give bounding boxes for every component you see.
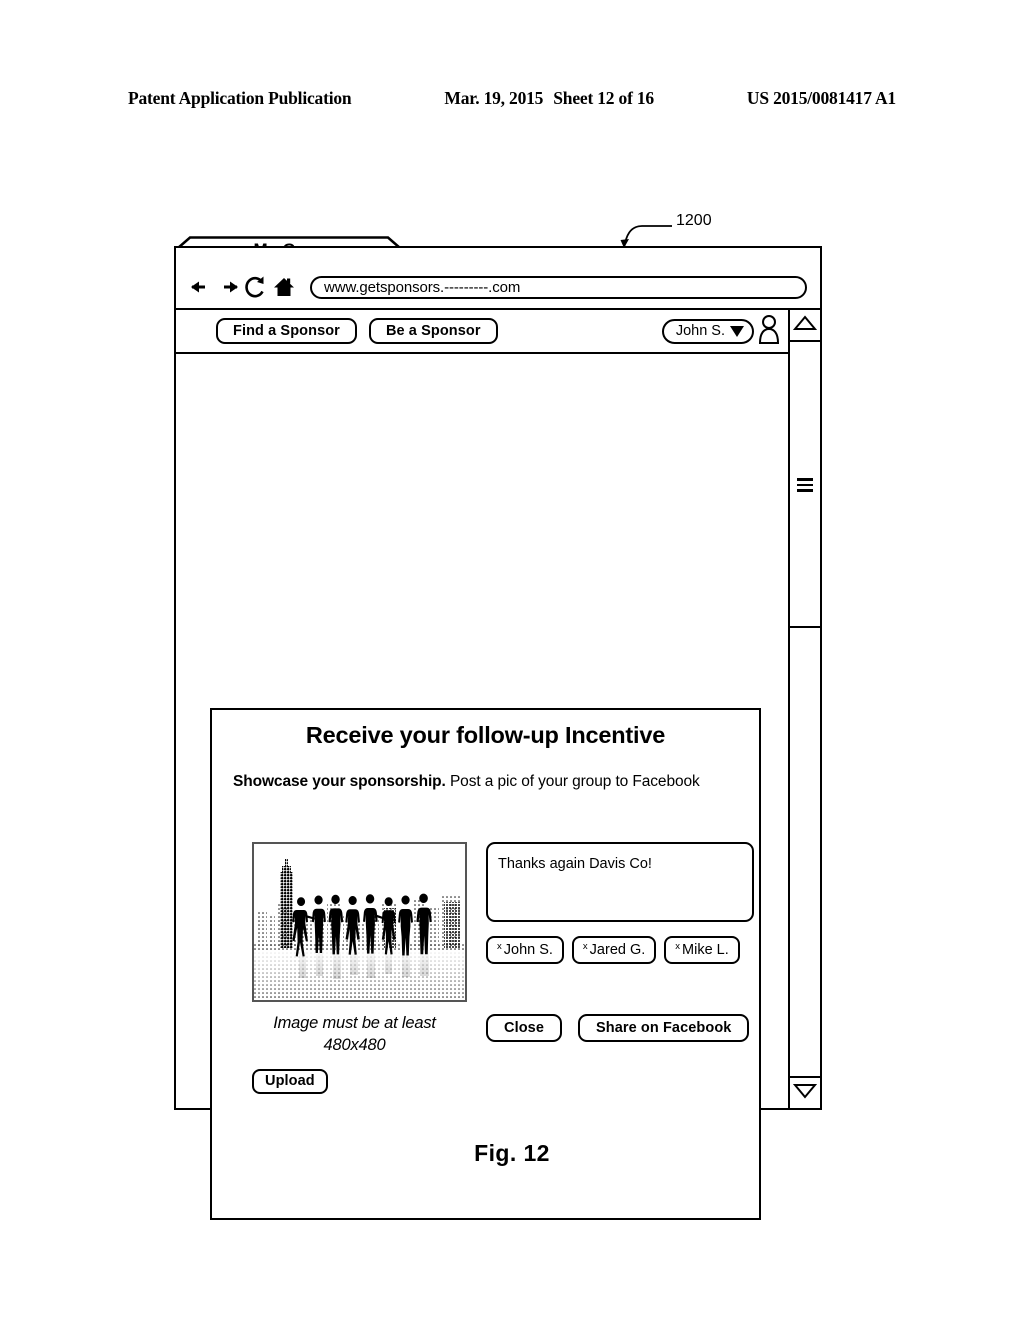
- tag-chip-mike-l[interactable]: x Mike L.: [664, 936, 740, 964]
- scroll-down-button[interactable]: [790, 1076, 820, 1108]
- patent-header: Patent Application Publication Mar. 19, …: [128, 88, 896, 109]
- app-toolbar: Find a Sponsor Be a Sponsor John S.: [176, 310, 820, 354]
- upload-button[interactable]: Upload: [252, 1068, 328, 1094]
- remove-tag-icon[interactable]: x: [583, 941, 588, 952]
- message-column: Thanks again Davis Co! x John S. x Jared G…: [486, 842, 756, 1094]
- url-input[interactable]: www.getsponsors.---------.com: [310, 275, 807, 299]
- message-textarea[interactable]: Thanks again Davis Co!: [486, 842, 754, 922]
- dialog-subtitle-bold: Showcase your sponsorship.: [233, 773, 446, 790]
- dialog-title: Receive your follow-up Incentive: [305, 722, 666, 748]
- vertical-scrollbar[interactable]: [788, 310, 820, 1108]
- share-on-facebook-button[interactable]: Share on Facebook: [578, 1014, 750, 1042]
- be-a-sponsor-button[interactable]: Be a Sponsor: [368, 318, 498, 344]
- tag-chip-john-s[interactable]: x John S.: [486, 936, 564, 964]
- remove-tag-icon[interactable]: x: [497, 941, 502, 952]
- remove-tag-icon[interactable]: x: [675, 941, 680, 952]
- browser-nav-icons: [188, 274, 297, 300]
- callout-label: 1200: [676, 212, 712, 229]
- dialog-subtitle: Showcase your sponsorship. Post a pic of…: [233, 773, 759, 791]
- tagged-people-row: x John S. x Jared G. x Mike L.: [486, 936, 756, 964]
- forward-arrow-icon[interactable]: [216, 275, 241, 299]
- user-avatar-icon[interactable]: [756, 314, 782, 349]
- browser-url-bar: www.getsponsors.---------.com: [176, 266, 820, 310]
- patent-number: US 2015/0081417 A1: [746, 88, 896, 108]
- grip-lines-icon: [797, 475, 813, 495]
- browser-window: www.getsponsors.---------.com Find a Spo…: [174, 246, 822, 1220]
- user-menu-pill[interactable]: John S.: [661, 318, 754, 344]
- publication-label: Patent Application Publication: [128, 88, 352, 108]
- triangle-up-icon: [792, 314, 818, 336]
- tag-chip-jared-g[interactable]: x Jared G.: [571, 936, 657, 964]
- tag-label: Jared G.: [589, 942, 646, 958]
- user-menu[interactable]: John S.: [661, 314, 782, 349]
- sheet-number: Sheet 12 of 16: [553, 88, 654, 108]
- dialog-body: Image must be at least 480x480 Upload Th…: [212, 842, 759, 1094]
- chevron-down-icon: [730, 325, 744, 337]
- reload-icon[interactable]: [244, 274, 268, 300]
- dialog-actions: Close Share on Facebook: [486, 1014, 756, 1042]
- scrollbar-thumb[interactable]: [790, 344, 820, 628]
- tag-label: John S.: [503, 942, 553, 958]
- triangle-down-icon: [792, 1083, 818, 1104]
- figure-caption: Fig. 12: [474, 1140, 550, 1166]
- dialog-subtitle-rest: Post a pic of your group to Facebook: [445, 773, 700, 790]
- group-silhouette-skyline-photo[interactable]: [252, 842, 467, 1002]
- scroll-up-button[interactable]: [790, 310, 820, 342]
- photo-artwork: [254, 844, 465, 1000]
- publication-date: Mar. 19, 2015: [444, 88, 544, 108]
- find-a-sponsor-button[interactable]: Find a Sponsor: [216, 318, 357, 344]
- user-name-label: John S.: [675, 323, 725, 339]
- message-text: Thanks again Davis Co!: [498, 856, 652, 872]
- photo-column: Image must be at least 480x480 Upload: [252, 842, 470, 1094]
- tag-label: Mike L.: [682, 942, 729, 958]
- page-content: Receive your follow-up Incentive Showcas…: [176, 354, 786, 1220]
- url-text: www.getsponsors.---------.com: [324, 278, 521, 296]
- back-arrow-icon[interactable]: [188, 275, 213, 299]
- close-button[interactable]: Close: [486, 1014, 562, 1042]
- image-requirement-note: Image must be at least 480x480: [273, 1014, 436, 1055]
- home-icon[interactable]: [271, 274, 297, 300]
